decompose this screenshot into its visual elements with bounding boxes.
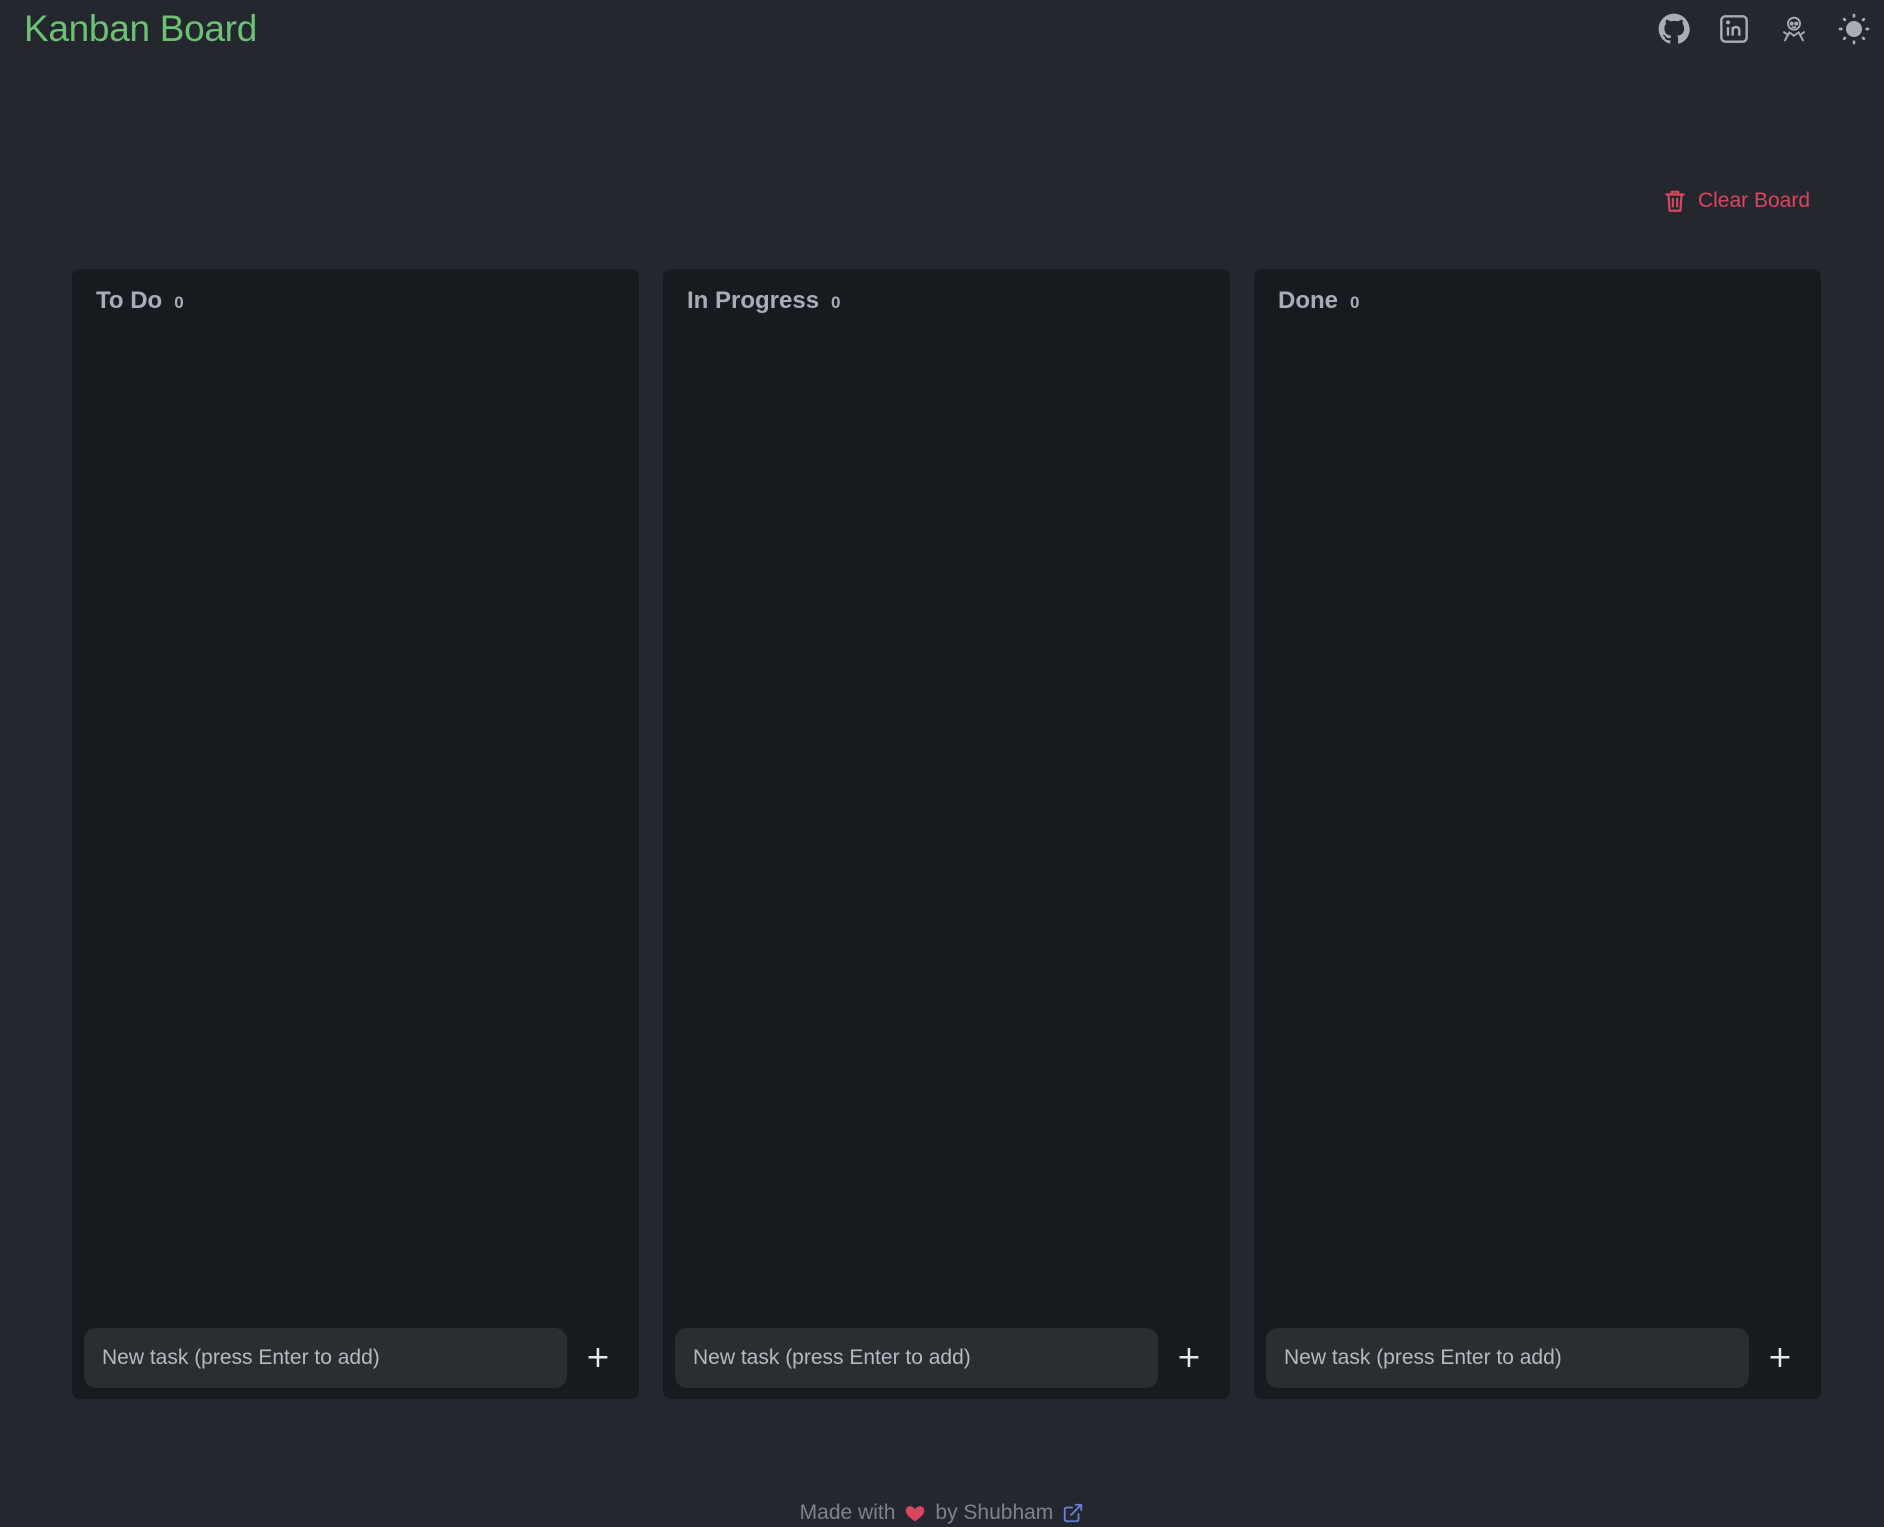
column-todo[interactable]: To Do 0 + [72, 269, 639, 1399]
footer-author: by Shubham [935, 1501, 1054, 1524]
add-task-button[interactable]: + [1174, 1343, 1204, 1373]
new-task-input[interactable] [1266, 1328, 1749, 1388]
column-title: To Do [96, 287, 163, 314]
external-link-icon[interactable] [1062, 1502, 1084, 1524]
heart-icon [906, 1506, 925, 1522]
column-header: Done 0 [1278, 287, 1359, 315]
column-title: Done [1278, 287, 1338, 314]
trash-icon [1665, 190, 1685, 212]
column-count: 0 [831, 293, 841, 312]
column-done[interactable]: Done 0 + [1254, 269, 1821, 1399]
linkedin-icon[interactable] [1718, 10, 1750, 48]
app-title: Kanban Board [24, 8, 257, 49]
column-header: To Do 0 [96, 287, 184, 315]
footer-made-with: Made with [799, 1501, 896, 1524]
add-task-button[interactable]: + [583, 1343, 613, 1373]
column-count: 0 [174, 293, 184, 312]
column-in-progress[interactable]: In Progress 0 + [663, 269, 1230, 1399]
column-title: In Progress [687, 287, 820, 314]
header-icons [1658, 10, 1870, 48]
new-task-input[interactable] [84, 1328, 567, 1388]
board-columns: To Do 0 + In Progress 0 + Done 0 + [72, 269, 1821, 1399]
kanban-page: Kanban Board Clear Board To Do 0 + [0, 0, 1884, 1527]
github-icon[interactable] [1658, 10, 1690, 48]
column-count: 0 [1350, 293, 1360, 312]
column-header: In Progress 0 [687, 287, 841, 315]
clear-board-button[interactable]: Clear Board [1662, 188, 1810, 214]
theme-toggle-icon[interactable] [1838, 10, 1870, 48]
new-task-input[interactable] [675, 1328, 1158, 1388]
add-task-button[interactable]: + [1765, 1343, 1795, 1373]
footer: Made with by Shubham [0, 1501, 1884, 1525]
clear-board-label: Clear Board [1697, 189, 1810, 212]
portfolio-icon[interactable] [1778, 10, 1810, 48]
